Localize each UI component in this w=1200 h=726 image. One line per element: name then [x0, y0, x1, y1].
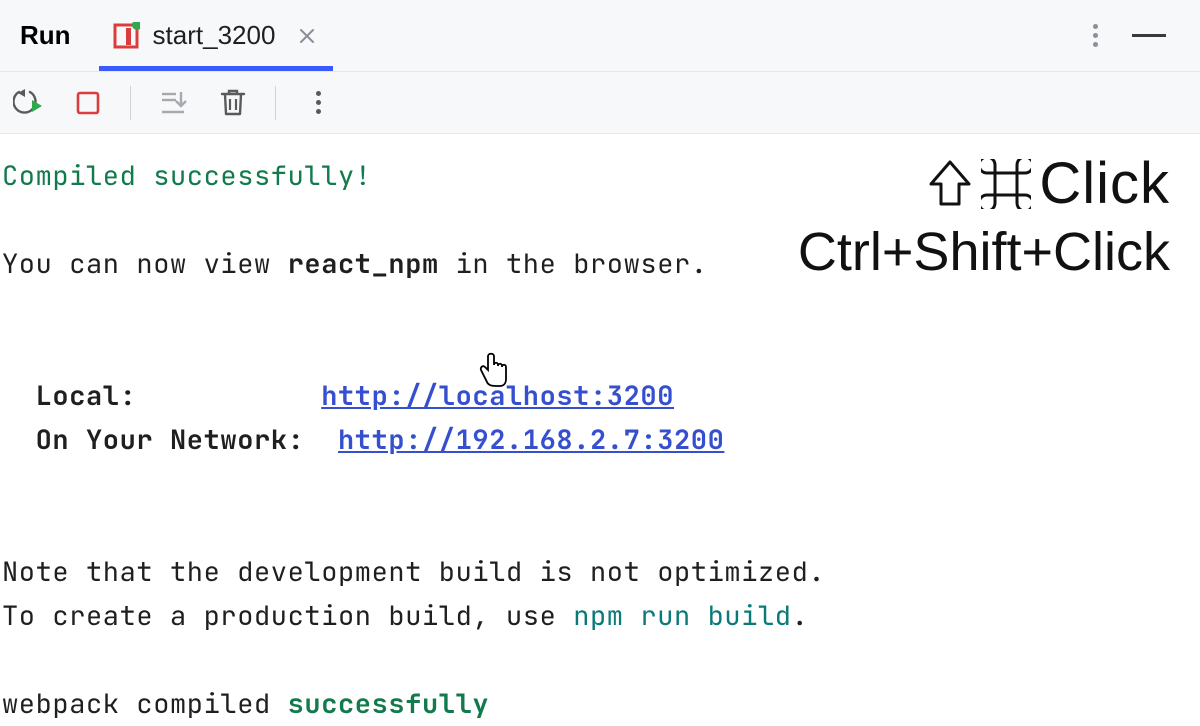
shortcut-mac: ⇧⌘Click Click	[798, 150, 1170, 217]
network-url-link[interactable]: http://192.168.2.7:3200	[338, 422, 724, 458]
toolbar-separator	[130, 86, 131, 120]
header-actions	[1087, 18, 1190, 53]
console-line-note1: Note that the development build is not o…	[2, 554, 825, 590]
console-line-local: Local: http://localhost:3200	[2, 378, 674, 414]
panel-title: Run	[20, 20, 71, 51]
console-line-view: You can now view react_npm in the browse…	[2, 246, 708, 282]
run-tab[interactable]: start_3200	[111, 0, 322, 71]
scroll-to-end-button[interactable]	[155, 85, 191, 121]
console-line-network: On Your Network: http://192.168.2.7:3200	[2, 422, 724, 458]
close-tab-button[interactable]	[293, 22, 321, 50]
more-actions-button[interactable]	[300, 85, 336, 121]
toolbar-separator	[275, 86, 276, 120]
shift-icon	[927, 158, 973, 210]
hide-panel-button[interactable]	[1132, 34, 1166, 37]
console-line-webpack: webpack compiled successfully	[2, 686, 489, 722]
run-toolbar	[0, 72, 1200, 134]
rerun-button[interactable]	[10, 85, 46, 121]
npm-icon	[111, 21, 141, 51]
run-panel-header: Run start_3200	[0, 0, 1200, 72]
console-line-note2: To create a production build, use npm ru…	[2, 598, 808, 634]
shortcut-overlay: ⇧⌘Click Click Ctrl+Shift+Click	[798, 150, 1170, 283]
command-icon	[981, 159, 1031, 209]
stop-button[interactable]	[70, 85, 106, 121]
clear-all-button[interactable]	[215, 85, 251, 121]
run-tab-label: start_3200	[153, 20, 276, 51]
shortcut-winlinux: Ctrl+Shift+Click	[798, 221, 1170, 283]
local-url-link[interactable]: http://localhost:3200	[321, 378, 674, 414]
tab-underline	[99, 66, 334, 71]
console-line-compiled: Compiled successfully!	[2, 158, 372, 194]
panel-options-button[interactable]	[1087, 18, 1104, 53]
